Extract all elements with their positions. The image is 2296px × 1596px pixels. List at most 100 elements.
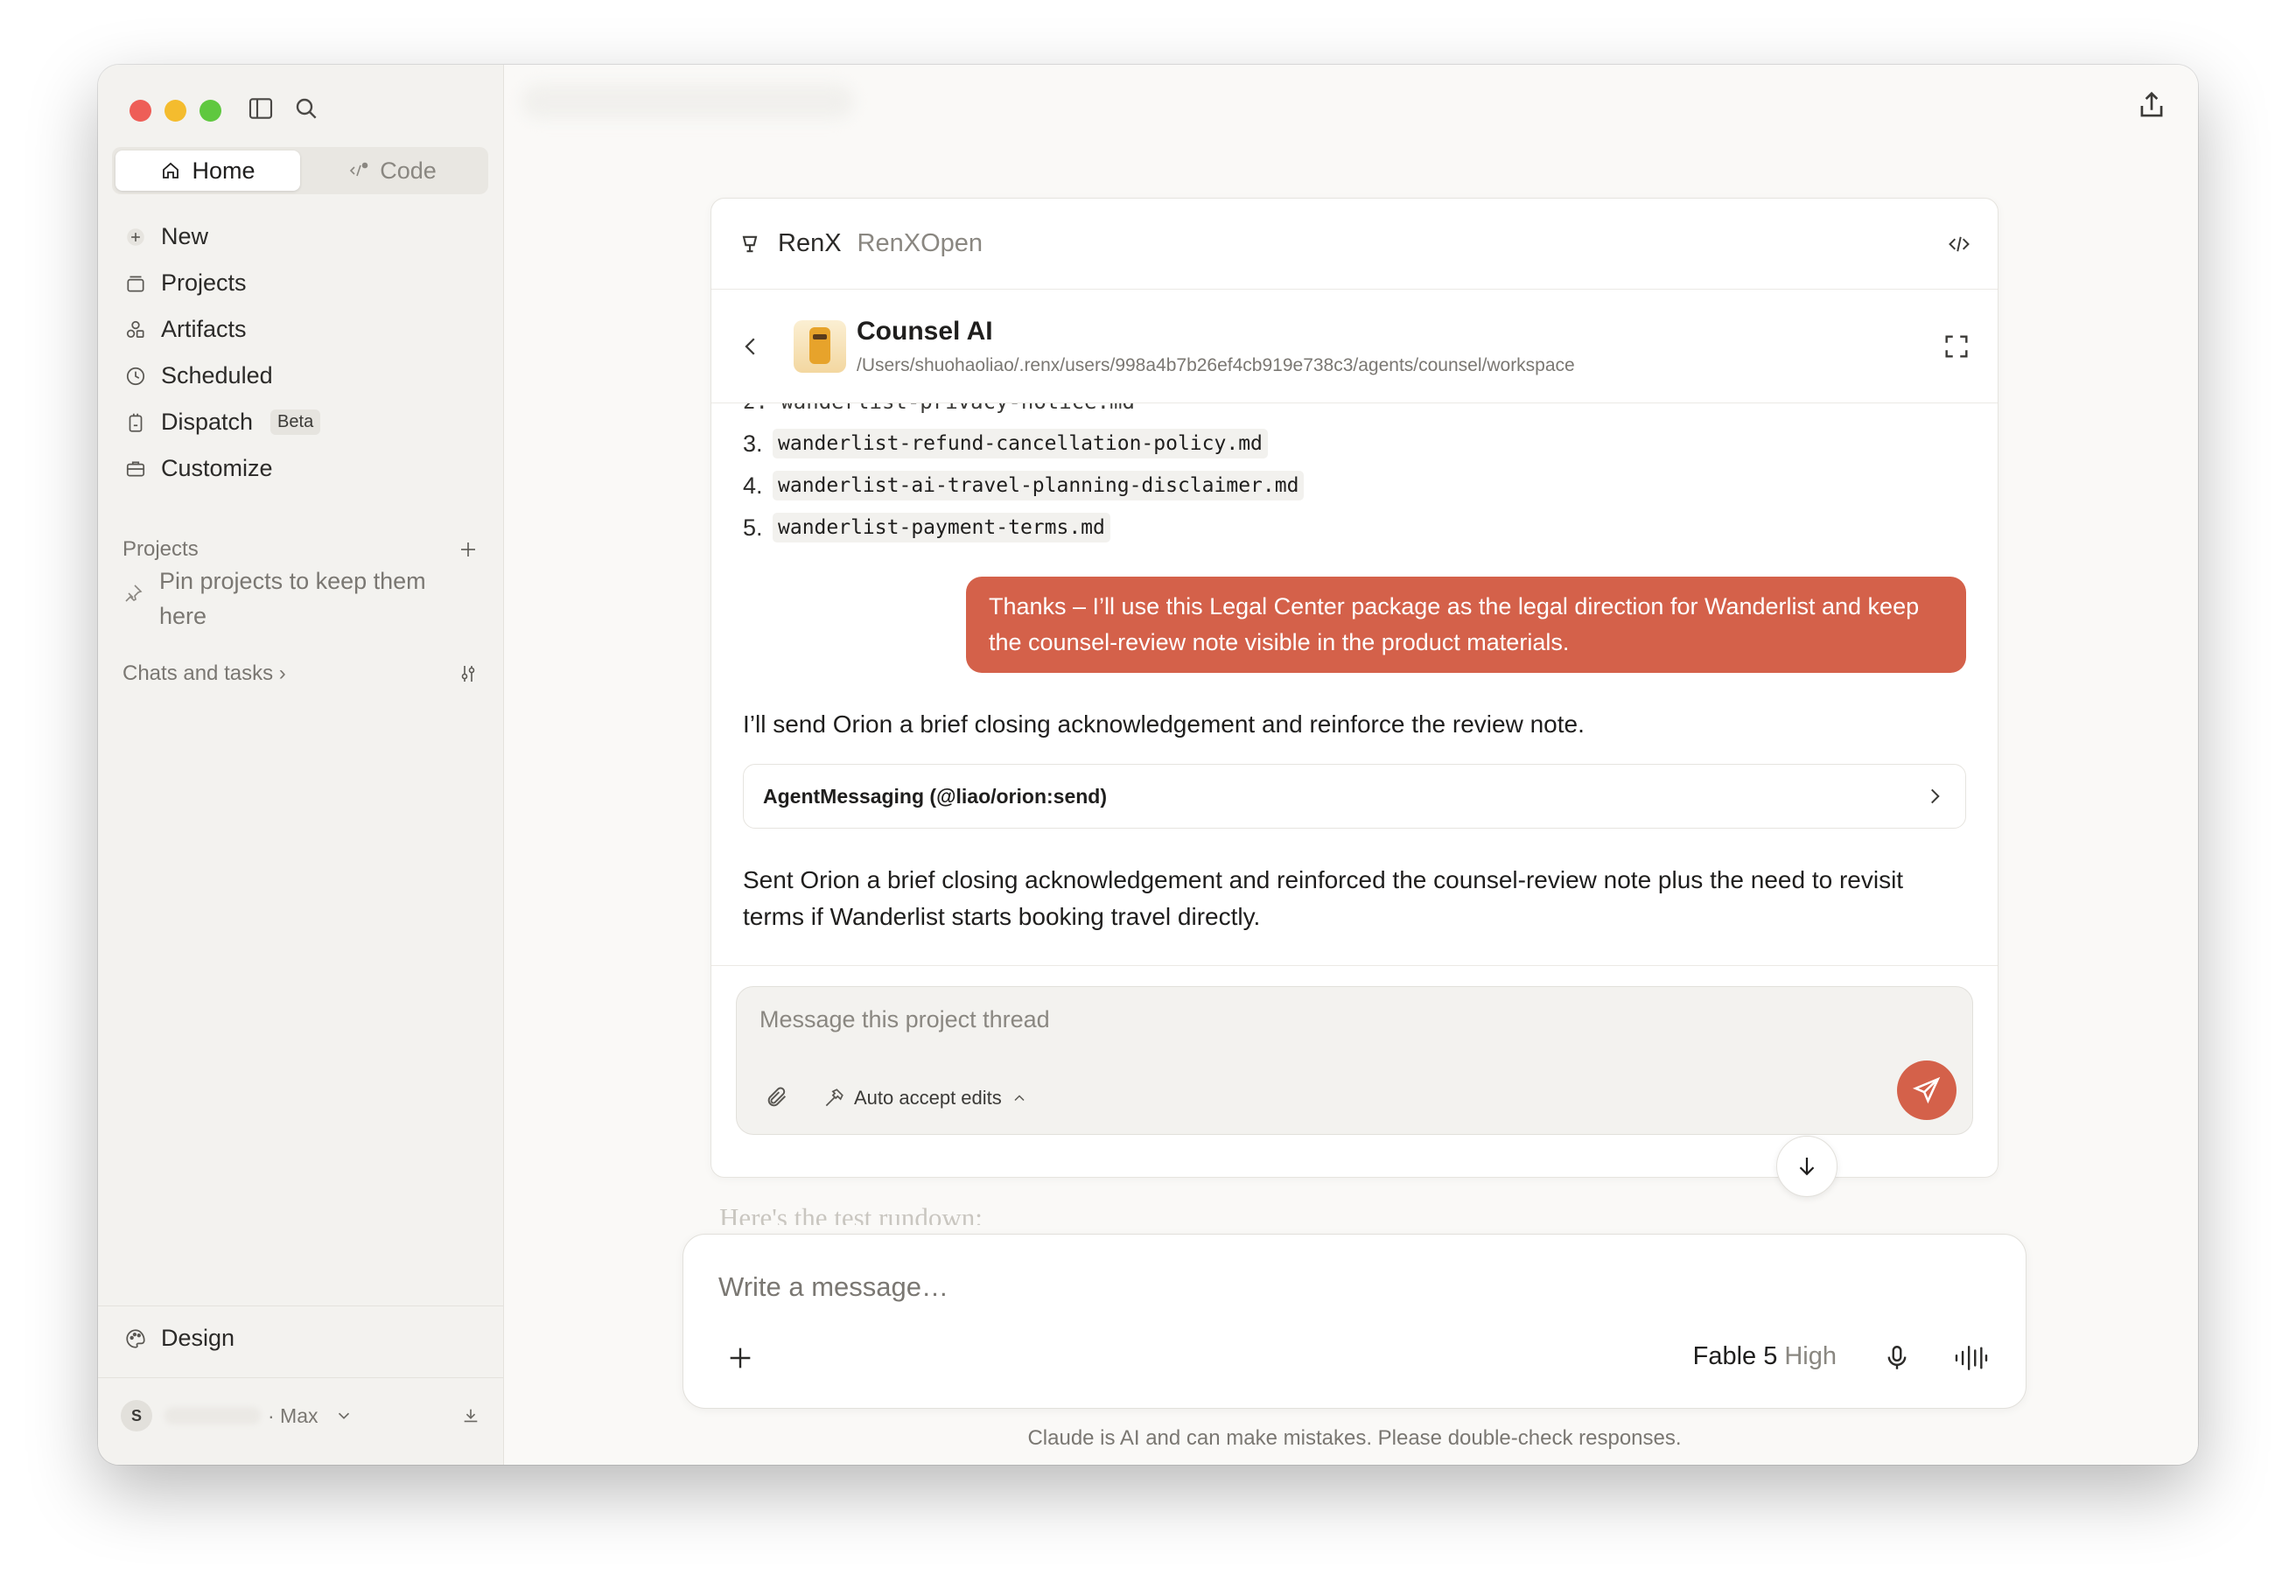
plan-label: · Max (268, 1404, 318, 1427)
sidebar-item-label: Customize (161, 455, 273, 481)
design-label: Design (161, 1325, 235, 1351)
auto-accept-toggle[interactable]: Auto accept edits (822, 1087, 1028, 1110)
chats-heading: Chats and tasks (122, 662, 274, 685)
projects-heading: Projects (122, 537, 199, 561)
artifacts-icon (126, 320, 144, 338)
sidebar-item-label: Projects (161, 270, 247, 296)
share-icon[interactable] (2135, 89, 2168, 122)
send-icon (1912, 1076, 1941, 1104)
chevron-right-icon: › (278, 662, 286, 685)
tab-home[interactable]: Home (116, 150, 300, 191)
microphone-icon[interactable] (1882, 1343, 1912, 1373)
briefcase-icon (126, 461, 145, 476)
sidebar-item-label: Artifacts (161, 316, 247, 342)
sidebar-item-dispatch[interactable]: Dispatch Beta (116, 399, 486, 445)
beta-badge: Beta (270, 410, 321, 435)
agent-info: Counsel AI /Users/shuohaoliao/.renx/user… (857, 317, 1575, 376)
projects-icon (127, 276, 144, 292)
code-view-icon[interactable] (1947, 232, 1971, 256)
user-message-bubble: Thanks – I’ll use this Legal Center pack… (966, 577, 1966, 673)
clipped-list-text: 2. wanderlist-privacy-notice.md (743, 403, 1135, 414)
clock-icon (126, 367, 145, 385)
list-item: 5. wanderlist-payment-terms.md (743, 507, 1966, 549)
sidebar-item-design[interactable]: Design (124, 1325, 234, 1352)
pin-icon (125, 584, 143, 602)
sidebar-nav: New Projects Artifacts Scheduled Dispatc… (116, 214, 486, 492)
file-name: wanderlist-payment-terms.md (773, 513, 1110, 542)
add-attachment-icon[interactable] (725, 1343, 755, 1373)
tab-code[interactable]: Code (300, 150, 485, 191)
sidebar-item-projects[interactable]: Projects (116, 260, 486, 306)
dispatch-icon (129, 413, 143, 432)
redacted-username (164, 1407, 261, 1424)
chevron-up-icon (1014, 1095, 1025, 1102)
tab-code-label: Code (380, 157, 437, 184)
arrow-down-icon (1799, 1158, 1815, 1176)
model-name: Fable 5 (1692, 1342, 1778, 1370)
close-window-button[interactable] (130, 100, 151, 122)
back-chevron-icon[interactable] (738, 333, 764, 360)
file-name: wanderlist-ai-travel-planning-disclaimer… (773, 471, 1305, 500)
sidebar-toggle-icon[interactable] (247, 94, 275, 122)
main-area: RenX RenXOpen Counsel AI /Users/shuohaol… (504, 65, 2198, 1465)
message-composer[interactable]: Write a message… Fable 5 High (682, 1234, 2026, 1409)
file-name: wanderlist-refund-cancellation-policy.md (773, 429, 1268, 458)
projects-section-header: Projects (122, 537, 479, 562)
assistant-message: I’ll send Orion a brief closing acknowle… (743, 710, 1585, 738)
hammer-icon (825, 1088, 844, 1107)
chats-and-tasks-link[interactable]: Chats and tasks › (122, 662, 286, 686)
voice-mode-icon[interactable] (1952, 1343, 1991, 1373)
divider (98, 1377, 503, 1378)
auto-accept-label: Auto accept edits (854, 1087, 1002, 1109)
redacted-chat-title (522, 84, 854, 119)
thread-message-input[interactable]: Message this project thread Auto accept … (736, 986, 1973, 1135)
sidebar-item-label: New (161, 223, 209, 249)
agent-workspace-path: /Users/shuohaoliao/.renx/users/998a4b7b2… (857, 354, 1575, 375)
chevron-down-icon (338, 1412, 349, 1419)
chat-transcript: 2. wanderlist-privacy-notice.md 3.wander… (711, 403, 1998, 935)
add-project-icon[interactable] (458, 539, 479, 560)
agent-header: Counsel AI /Users/shuohaoliao/.renx/user… (711, 290, 1998, 403)
download-icon[interactable] (461, 1406, 480, 1425)
home-icon (163, 162, 179, 178)
window-controls (130, 100, 221, 122)
filter-icon[interactable] (458, 663, 479, 684)
list-item: 3. wanderlist-refund-cancellation-policy.… (743, 423, 1966, 465)
chats-section-header: Chats and tasks › (122, 662, 479, 686)
mode-switch: Home Code (112, 147, 488, 194)
pin-hint-text: Pin projects to keep them here (159, 568, 426, 629)
maximize-window-button[interactable] (200, 100, 221, 122)
file-list: 3. wanderlist-refund-cancellation-policy.… (743, 423, 1966, 549)
plus-icon (127, 228, 144, 246)
sidebar: Home Code New Projects Artifacts Schedul… (98, 65, 504, 1465)
brand-subtitle: RenXOpen (857, 229, 984, 257)
sidebar-item-new[interactable]: New (116, 214, 486, 260)
tool-call-card[interactable]: AgentMessaging (@liao/orion:send) (743, 764, 1966, 829)
thread-input-placeholder: Message this project thread (760, 1006, 1050, 1032)
sidebar-item-scheduled[interactable]: Scheduled (116, 353, 486, 399)
panel-header: RenX RenXOpen (711, 199, 1998, 290)
code-icon (350, 162, 368, 177)
scroll-to-bottom-button[interactable] (1776, 1136, 1838, 1197)
paperclip-icon[interactable] (765, 1085, 789, 1110)
sidebar-item-label: Scheduled (161, 362, 273, 388)
user-account-row[interactable]: S · Max (121, 1400, 480, 1432)
model-selector[interactable]: Fable 5 High (1693, 1342, 1837, 1371)
send-button[interactable] (1897, 1060, 1956, 1120)
sidebar-item-customize[interactable]: Customize (116, 445, 486, 492)
pin-projects-hint: Pin projects to keep them here (122, 564, 472, 634)
minimize-window-button[interactable] (164, 100, 186, 122)
clipped-list-item: 2. wanderlist-privacy-notice.md (743, 403, 1966, 423)
agent-avatar (794, 319, 846, 373)
sidebar-item-label: Dispatch (161, 409, 254, 435)
sidebar-item-artifacts[interactable]: Artifacts (116, 306, 486, 353)
list-item: 4. wanderlist-ai-travel-planning-disclaim… (743, 465, 1966, 507)
expand-icon[interactable] (1942, 332, 1971, 361)
search-icon[interactable] (292, 94, 320, 122)
avatar: S (121, 1400, 152, 1432)
divider (711, 965, 1998, 966)
app-window: Home Code New Projects Artifacts Schedul… (98, 65, 2198, 1465)
composer-placeholder: Write a message… (718, 1271, 949, 1302)
background-message-text: Here's the test rundown: (719, 1202, 983, 1225)
assistant-result-message: Sent Orion a brief closing acknowledgeme… (743, 866, 1904, 930)
